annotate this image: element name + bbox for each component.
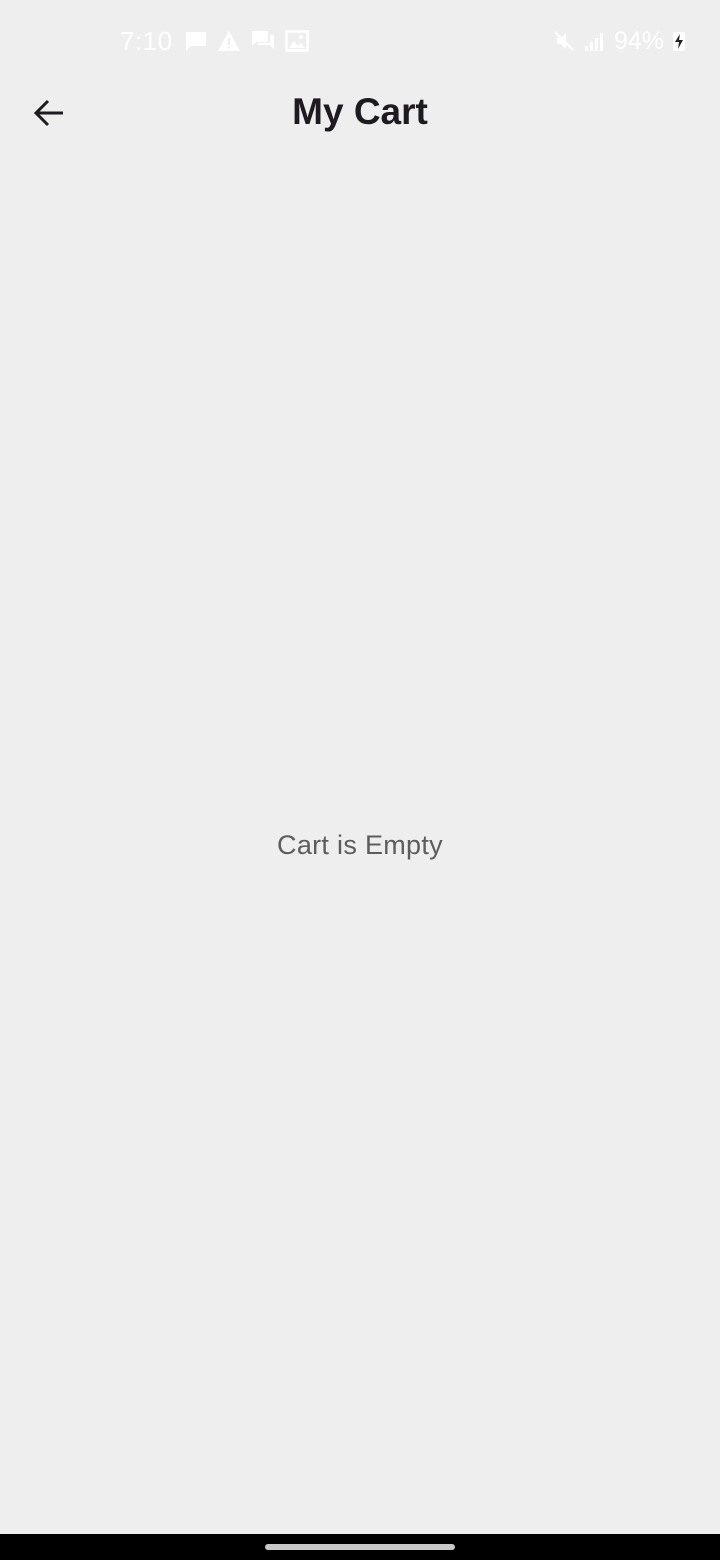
chat-icon: [250, 29, 276, 53]
empty-cart-message: Cart is Empty: [277, 830, 443, 860]
status-bar: 7:10 94%: [0, 0, 720, 80]
charging-icon: [672, 30, 686, 52]
home-handle[interactable]: [265, 1544, 455, 1550]
message-icon: [184, 29, 208, 53]
image-icon: [284, 30, 309, 52]
navigation-bar: [0, 1534, 720, 1560]
app-bar: My Cart: [0, 80, 720, 150]
signal-icon: [584, 30, 606, 52]
status-time: 7:10: [120, 25, 173, 56]
battery-percentage: 94%: [613, 26, 664, 55]
mute-icon: [552, 29, 576, 53]
warning-icon: [217, 30, 241, 52]
status-bar-left: 7:10: [120, 24, 309, 58]
page-title: My Cart: [292, 91, 428, 132]
status-bar-right: 94%: [552, 24, 686, 58]
